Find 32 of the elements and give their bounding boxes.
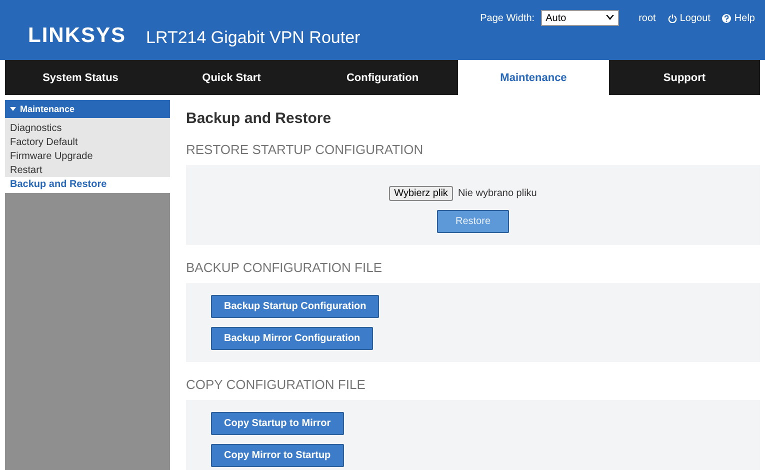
- product-name: LRT214 Gigabit VPN Router: [146, 28, 360, 48]
- section-heading: BACKUP CONFIGURATION FILE: [186, 260, 383, 275]
- action-button[interactable]: Backup Startup Configuration: [211, 295, 380, 318]
- sidebar-header[interactable]: Maintenance: [5, 100, 170, 118]
- logout-link[interactable]: Logout: [668, 13, 710, 24]
- nav-tab[interactable]: Configuration: [307, 60, 458, 95]
- nav-tab[interactable]: Support: [609, 60, 760, 95]
- action-button[interactable]: Copy Startup to Mirror: [211, 412, 344, 435]
- nav-tab[interactable]: Maintenance: [458, 60, 609, 95]
- page-width-label: Page Width:: [480, 13, 535, 24]
- caret-icon: [606, 15, 614, 21]
- triangle-icon: [10, 106, 16, 112]
- action-button[interactable]: Backup Mirror Configuration: [211, 327, 374, 350]
- sidebar-item[interactable]: Backup and Restore: [5, 177, 170, 193]
- page-title: Backup and Restore: [186, 110, 332, 127]
- section-heading: COPY CONFIGURATION FILE: [186, 377, 366, 392]
- sidebar-item[interactable]: Firmware Upgrade: [5, 149, 170, 163]
- choose-file-button[interactable]: Wybierz plik: [389, 186, 453, 201]
- sidebar-item[interactable]: Factory Default: [5, 135, 170, 149]
- section-heading: RESTORE STARTUP CONFIGURATION: [186, 142, 424, 157]
- help-link[interactable]: Help: [722, 13, 755, 24]
- help-icon: [722, 14, 732, 23]
- file-status: Nie wybrano pliku: [458, 188, 537, 199]
- nav-tab[interactable]: System Status: [5, 60, 156, 95]
- user-name: root: [638, 13, 656, 24]
- nav-tab[interactable]: Quick Start: [156, 60, 307, 95]
- logo: LINKSYS: [28, 24, 126, 48]
- action-button[interactable]: Copy Mirror to Startup: [211, 444, 344, 467]
- power-icon: [668, 14, 677, 23]
- sidebar-item[interactable]: Diagnostics: [5, 121, 170, 135]
- sidebar-item[interactable]: Restart: [5, 163, 170, 177]
- page-width-select[interactable]: Auto: [540, 10, 619, 26]
